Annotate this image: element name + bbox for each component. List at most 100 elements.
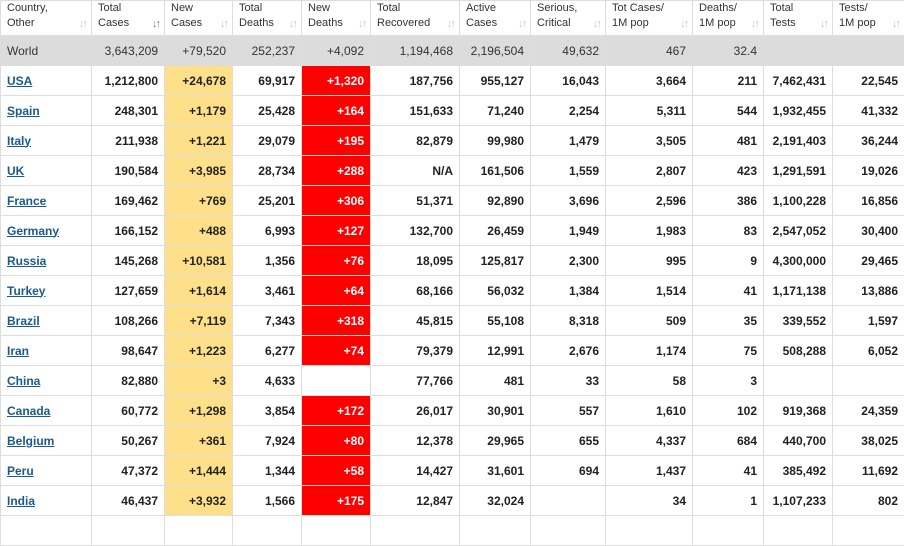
country-link[interactable]: UK <box>7 164 24 178</box>
country-link[interactable]: India <box>7 494 35 508</box>
deaths-per-1m-cell: 1 <box>693 486 764 516</box>
column-header-serious-critical[interactable]: Serious,Critical↓↑ <box>531 1 606 36</box>
sort-arrows-icon[interactable]: ↓↑ <box>152 17 159 32</box>
serious-critical-cell <box>531 486 606 516</box>
tests-per-1m-cell: 6,052 <box>833 336 904 366</box>
table-row: Italy211,938+1,22129,079+19582,87999,980… <box>1 126 904 156</box>
country-link[interactable]: Iran <box>7 344 29 358</box>
tot-cases-per-1m-cell <box>606 516 693 546</box>
sort-arrows-icon[interactable]: ↓↑ <box>593 17 600 32</box>
total-cases-cell: 98,647 <box>92 336 165 366</box>
total-recovered-cell: 45,815 <box>371 306 460 336</box>
table-row: Germany166,152+4886,993+127132,70026,459… <box>1 216 904 246</box>
table-row: France169,462+76925,201+30651,37192,8903… <box>1 186 904 216</box>
total-tests-cell <box>764 366 833 396</box>
table-row: China82,880+34,63377,76648133583 <box>1 366 904 396</box>
tot-cases-per-1m-cell: 1,437 <box>606 456 693 486</box>
total-tests-cell: 385,492 <box>764 456 833 486</box>
column-header-tests-per-1m[interactable]: Tests/1M pop↓↑ <box>833 1 904 36</box>
sort-arrows-icon[interactable]: ↓↑ <box>518 17 525 32</box>
column-header-total-cases[interactable]: TotalCases↓↑ <box>92 1 165 36</box>
column-header-new-deaths[interactable]: NewDeaths↓↑ <box>302 1 371 36</box>
sort-arrows-icon[interactable]: ↓↑ <box>358 17 365 32</box>
sort-arrows-icon[interactable]: ↓↑ <box>680 17 687 32</box>
table-row: Spain248,301+1,17925,428+164151,63371,24… <box>1 96 904 126</box>
column-header-line1: New <box>308 1 364 16</box>
total-tests-cell: 7,462,431 <box>764 66 833 96</box>
total-recovered-cell: 26,017 <box>371 396 460 426</box>
country-cell: France <box>1 186 92 216</box>
total-cases-cell <box>92 516 165 546</box>
country-link[interactable]: Germany <box>7 224 59 238</box>
column-header-total-recovered[interactable]: TotalRecovered↓↑ <box>371 1 460 36</box>
new-deaths-cell: +64 <box>302 276 371 306</box>
column-header-new-cases[interactable]: NewCases↓↑ <box>165 1 233 36</box>
column-header-tot-cases-per-1m[interactable]: Tot Cases/1M pop↓↑ <box>606 1 693 36</box>
country-link[interactable]: Peru <box>7 464 34 478</box>
sort-arrows-icon[interactable]: ↓↑ <box>751 17 758 32</box>
total-deaths-cell: 4,633 <box>233 366 302 396</box>
column-header-active-cases[interactable]: ActiveCases↓↑ <box>460 1 531 36</box>
total-recovered-cell: 51,371 <box>371 186 460 216</box>
new-cases-cell: +488 <box>165 216 233 246</box>
column-header-line2: Recovered <box>377 16 453 31</box>
column-header-line2: Cases <box>171 16 226 31</box>
tests-per-1m-cell: 24,359 <box>833 396 904 426</box>
total-deaths-cell: 1,566 <box>233 486 302 516</box>
country-link[interactable]: Brazil <box>7 314 40 328</box>
new-deaths-cell <box>302 366 371 396</box>
tests-per-1m-cell: 22,545 <box>833 66 904 96</box>
sort-arrows-icon[interactable]: ↓↑ <box>79 17 86 32</box>
column-header-line1: Total <box>98 1 158 16</box>
new-cases-cell <box>165 516 233 546</box>
active-cases-cell: 955,127 <box>460 66 531 96</box>
country-link[interactable]: Belgium <box>7 434 54 448</box>
sort-arrows-icon[interactable]: ↓↑ <box>220 17 227 32</box>
table-row: Belgium50,267+3617,924+8012,37829,965655… <box>1 426 904 456</box>
total-cases-cell: 166,152 <box>92 216 165 246</box>
total-tests-cell: 1,100,228 <box>764 186 833 216</box>
total-deaths-cell: 7,924 <box>233 426 302 456</box>
total-tests-cell: 440,700 <box>764 426 833 456</box>
total-recovered-cell: 187,756 <box>371 66 460 96</box>
country-link[interactable]: Italy <box>7 134 31 148</box>
tot-cases-per-1m-cell: 509 <box>606 306 693 336</box>
sort-arrows-icon[interactable]: ↓↑ <box>447 17 454 32</box>
sort-arrows-icon[interactable]: ↓↑ <box>289 17 296 32</box>
country-link[interactable]: Canada <box>7 404 50 418</box>
tot-cases-per-1m-cell: 995 <box>606 246 693 276</box>
country-cell: USA <box>1 66 92 96</box>
country-link[interactable]: Spain <box>7 104 40 118</box>
column-header-total-tests[interactable]: TotalTests↓↑ <box>764 1 833 36</box>
total-deaths-cell: 29,079 <box>233 126 302 156</box>
serious-critical-cell: 655 <box>531 426 606 456</box>
total-tests-cell: 919,368 <box>764 396 833 426</box>
total-tests-cell: 1,171,138 <box>764 276 833 306</box>
sort-arrows-icon[interactable]: ↓↑ <box>820 17 827 32</box>
table-row: Brazil108,266+7,1197,343+31845,81555,108… <box>1 306 904 336</box>
total-deaths-cell: 69,917 <box>233 66 302 96</box>
country-link[interactable]: China <box>7 374 40 388</box>
column-header-deaths-per-1m[interactable]: Deaths/1M pop↓↑ <box>693 1 764 36</box>
column-header-total-deaths[interactable]: TotalDeaths↓↑ <box>233 1 302 36</box>
tot-cases-per-1m-cell: 58 <box>606 366 693 396</box>
table-row: Russia145,268+10,5811,356+7618,095125,81… <box>1 246 904 276</box>
country-link[interactable]: Turkey <box>7 284 45 298</box>
active-cases-cell: 92,890 <box>460 186 531 216</box>
world-tests-per-1m-cell <box>833 36 904 66</box>
total-recovered-cell: 82,879 <box>371 126 460 156</box>
column-header-country[interactable]: Country,Other↓↑ <box>1 1 92 36</box>
total-cases-cell: 82,880 <box>92 366 165 396</box>
table-row <box>1 516 904 546</box>
total-deaths-cell: 1,344 <box>233 456 302 486</box>
total-deaths-cell <box>233 516 302 546</box>
sort-arrows-icon[interactable]: ↓↑ <box>892 17 899 32</box>
country-link[interactable]: Russia <box>7 254 46 268</box>
country-link[interactable]: USA <box>7 74 32 88</box>
total-recovered-cell: 12,847 <box>371 486 460 516</box>
tests-per-1m-cell: 29,465 <box>833 246 904 276</box>
new-deaths-cell: +164 <box>302 96 371 126</box>
country-link[interactable]: France <box>7 194 46 208</box>
world-country-cell: World <box>1 36 92 66</box>
column-header-line1: Active <box>466 1 524 16</box>
